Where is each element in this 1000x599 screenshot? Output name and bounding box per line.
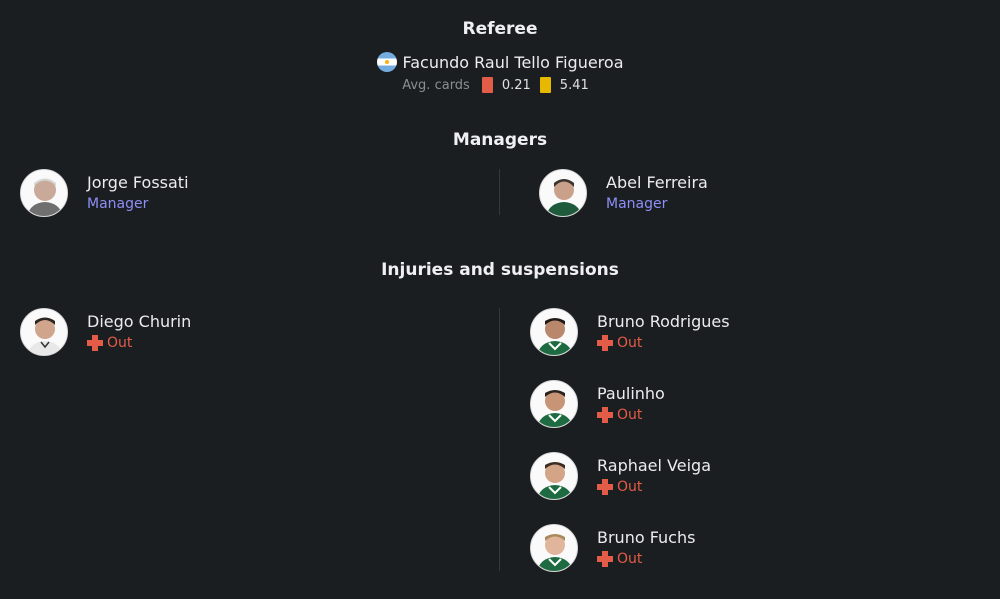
injuries-section-title: Injuries and suspensions — [381, 260, 619, 280]
yellow-card-average: 5.41 — [559, 77, 589, 93]
injuries-divider — [499, 308, 500, 571]
player-name: Raphael Veiga — [597, 456, 711, 475]
injured-player-away[interactable]: Bruno Fuchs Out — [530, 524, 695, 572]
manager-role: Manager — [87, 196, 149, 212]
player-status: Out — [597, 549, 695, 569]
status-label: Out — [107, 335, 133, 351]
status-label: Out — [617, 407, 643, 423]
yellow-card-icon — [539, 77, 551, 93]
managers-section-title: Managers — [452, 130, 548, 150]
manager-role: Manager — [606, 196, 668, 212]
avatar — [530, 524, 578, 572]
player-name: Paulinho — [597, 384, 665, 403]
manager-name: Abel Ferreira — [606, 173, 708, 192]
status-label: Out — [617, 551, 643, 567]
managers-divider — [499, 169, 500, 215]
player-status: Out — [597, 405, 665, 425]
injured-player-away[interactable]: Raphael Veiga Out — [530, 452, 711, 500]
status-label: Out — [617, 479, 643, 495]
avatar — [530, 308, 578, 356]
player-status: Out — [597, 333, 730, 353]
player-status: Out — [87, 333, 191, 353]
injury-cross-icon — [597, 335, 613, 351]
avatar — [20, 308, 68, 356]
manager-home[interactable]: Jorge Fossati Manager — [20, 169, 189, 217]
manager-name: Jorge Fossati — [87, 173, 189, 192]
player-name: Bruno Rodrigues — [597, 312, 730, 331]
injury-cross-icon — [597, 479, 613, 495]
avatar — [530, 452, 578, 500]
avatar — [20, 169, 68, 217]
injury-cross-icon — [597, 407, 613, 423]
player-name: Diego Churin — [87, 312, 192, 331]
referee-avg-cards: Avg. cards 0.21 5.41 — [0, 77, 1000, 93]
avatar — [530, 380, 578, 428]
injury-cross-icon — [597, 551, 613, 567]
injury-cross-icon — [87, 335, 103, 351]
player-status: Out — [597, 477, 711, 497]
manager-away[interactable]: Abel Ferreira Manager — [539, 169, 708, 217]
argentina-flag-icon — [376, 52, 397, 72]
red-card-average: 0.21 — [501, 77, 531, 93]
referee-section-title: Referee — [462, 19, 538, 39]
red-card-icon — [481, 77, 493, 93]
injured-player-home[interactable]: Diego Churin Out — [20, 308, 191, 356]
player-name: Bruno Fuchs — [597, 528, 696, 547]
match-details-page: Referee Facundo Raul Tello Figueroa Avg.… — [0, 0, 1000, 599]
referee-row[interactable]: Facundo Raul Tello Figueroa — [0, 52, 1000, 72]
injured-player-away[interactable]: Bruno Rodrigues Out — [530, 308, 730, 356]
status-label: Out — [617, 335, 643, 351]
avg-cards-label: Avg. cards — [402, 77, 470, 93]
injured-player-away[interactable]: Paulinho Out — [530, 380, 665, 428]
referee-name: Facundo Raul Tello Figueroa — [402, 52, 624, 72]
avatar — [539, 169, 587, 217]
